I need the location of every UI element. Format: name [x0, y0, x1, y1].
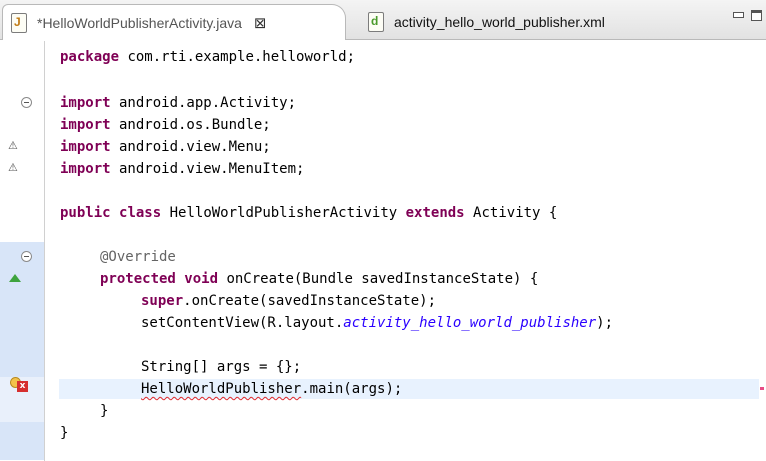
tab-hello-world-publisher-activity-java[interactable]: J *HelloWorldPublisherActivity.java ⊠ — [2, 4, 346, 40]
code-text: .onCreate(savedInstanceState); — [183, 293, 437, 309]
code-line-set-content-view: setContentView(R.layout.activity_hello_w… — [141, 312, 613, 334]
static-field: activity_hello_world_publisher — [343, 315, 597, 331]
code-line-import: import android.os.Bundle; — [60, 114, 271, 136]
override-icon[interactable] — [9, 274, 21, 282]
code-text: .main(args); — [301, 381, 403, 397]
code-line-package: package com.rti.example.helloworld; — [60, 46, 355, 68]
code-line-close-brace: } — [60, 422, 68, 444]
change-marker-bar — [0, 242, 44, 460]
code-line-args: String[] args = {}; — [141, 356, 301, 378]
close-tab-icon[interactable]: ⊠ — [254, 14, 267, 32]
keyword: class — [119, 205, 162, 221]
code-text: } — [100, 403, 109, 419]
keyword: import — [60, 95, 111, 111]
code-text: String[] args = {}; — [141, 359, 302, 375]
code-text: android.view.Menu; — [110, 139, 271, 155]
code-editor[interactable]: package com.rti.example.helloworld; impo… — [44, 41, 766, 461]
keyword: import — [60, 161, 111, 177]
keyword: void — [184, 271, 219, 287]
xml-file-icon: d — [368, 12, 384, 32]
code-text: } — [60, 425, 69, 441]
code-text: HelloWorldPublisherActivity — [161, 205, 406, 221]
code-line-close-brace: } — [100, 400, 108, 422]
error-overview-marker[interactable] — [760, 387, 764, 390]
code-line-main-call: HelloWorldPublisher.main(args); — [141, 378, 402, 400]
editor-gutter: ⚠ ⚠ x — [0, 41, 44, 461]
code-line-import: import android.view.MenuItem; — [60, 158, 304, 180]
keyword: extends — [405, 205, 465, 221]
code-text: android.os.Bundle; — [110, 117, 271, 133]
tab-activity-hello-world-publisher-xml[interactable]: d activity_hello_world_publisher.xml — [356, 4, 706, 40]
minimize-icon[interactable] — [733, 12, 744, 18]
code-line-class-declaration: public class HelloWorldPublisherActivity… — [60, 202, 557, 224]
code-text: com.rti.example.helloworld; — [119, 49, 356, 65]
java-file-icon: J — [11, 12, 27, 33]
keyword: protected — [100, 271, 176, 287]
keyword: super — [141, 293, 184, 309]
code-text: onCreate(Bundle savedInstanceState) { — [218, 271, 539, 287]
code-line-super-call: super.onCreate(savedInstanceState); — [141, 290, 436, 312]
unresolved-symbol[interactable]: HelloWorldPublisher — [141, 381, 301, 397]
code-line-method-declaration: protected void onCreate(Bundle savedInst… — [100, 268, 538, 290]
code-text: setContentView(R.layout. — [141, 315, 344, 331]
keyword: package — [60, 49, 120, 65]
code-line-import: import android.view.Menu; — [60, 136, 271, 158]
quick-fix-error-icon[interactable]: x — [10, 377, 30, 393]
warning-icon[interactable]: ⚠ — [8, 162, 18, 174]
fold-imports-icon[interactable] — [21, 97, 32, 108]
code-text: ); — [596, 315, 614, 331]
tab-label: *HelloWorldPublisherActivity.java — [37, 14, 242, 31]
annotation: @Override — [100, 249, 176, 265]
warning-icon[interactable]: ⚠ — [8, 140, 18, 152]
code-text: android.view.MenuItem; — [110, 161, 305, 177]
editor-tab-bar: J *HelloWorldPublisherActivity.java ⊠ d … — [0, 0, 766, 40]
keyword: import — [60, 117, 111, 133]
maximize-icon[interactable] — [751, 10, 762, 21]
code-text: Activity { — [464, 205, 558, 221]
keyword: import — [60, 139, 111, 155]
code-line-annotation: @Override — [100, 246, 176, 268]
keyword: public — [60, 205, 111, 221]
code-text: android.app.Activity; — [110, 95, 297, 111]
fold-method-icon[interactable] — [21, 251, 32, 262]
tab-label: activity_hello_world_publisher.xml — [394, 14, 605, 30]
code-line-import: import android.app.Activity; — [60, 92, 296, 114]
error-x-icon: x — [17, 381, 28, 392]
